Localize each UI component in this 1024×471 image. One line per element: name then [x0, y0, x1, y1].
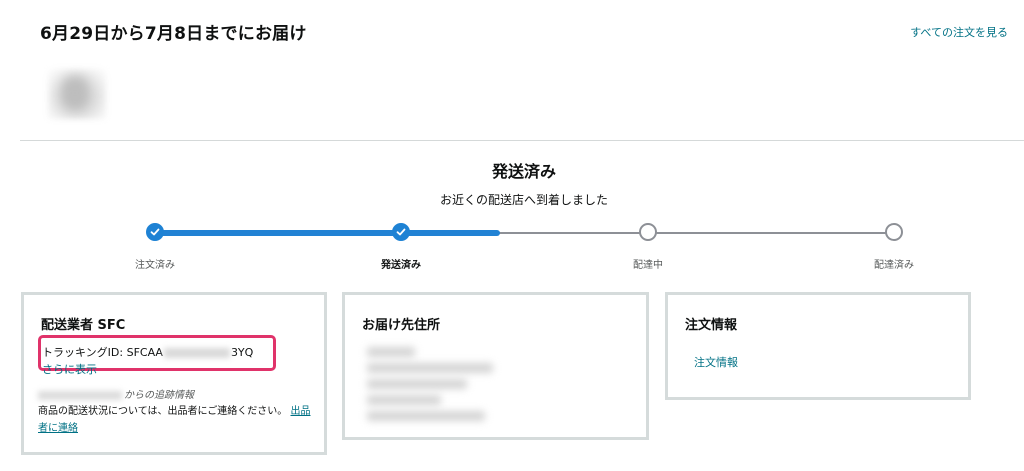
product-image-shape — [62, 77, 88, 109]
tracking-id-suffix: 3YQ — [230, 346, 254, 359]
order-info-title: 注文情報 — [685, 318, 738, 333]
step-in-transit-label: 配達中 — [633, 260, 663, 271]
address-line-redacted — [367, 363, 493, 373]
all-orders-link[interactable]: すべての注文を見る — [910, 24, 1008, 40]
delivery-title: 6月29日から7月8日までにお届け — [40, 24, 307, 44]
carrier-card: 配送業者 SFC トラッキングID: SFCAA 3YQ さらに表示 からの追跡情… — [21, 292, 327, 455]
address-line-redacted — [367, 411, 485, 421]
product-thumbnail[interactable] — [44, 55, 116, 129]
carrier-note: 商品の配送状況については、出品者にご連絡ください。 出品者に連絡 — [38, 403, 318, 437]
section-divider — [20, 140, 1024, 141]
order-info-card: 注文情報 注文情報 — [665, 292, 971, 400]
tracking-id-redacted — [163, 348, 230, 358]
step-shipped-dot — [392, 223, 410, 241]
status-subtext: お近くの配送店へ到着しました — [439, 193, 608, 207]
order-info-link[interactable]: 注文情報 — [694, 354, 738, 370]
check-icon — [150, 228, 160, 236]
step-ordered-dot — [146, 223, 164, 241]
tracking-info-label: からの追跡情報 — [124, 390, 194, 401]
carrier-title: 配送業者 SFC — [41, 318, 126, 333]
progress-fill — [154, 230, 500, 236]
shipment-progress: 注文済み 発送済み 配達中 配達済み — [0, 222, 1024, 272]
address-line-redacted — [367, 347, 415, 357]
status-heading: 発送済み — [491, 162, 556, 181]
address-line-redacted — [367, 395, 441, 405]
address-card: お届け先住所 — [342, 292, 649, 440]
step-shipped-label: 発送済み — [381, 260, 421, 271]
tracking-id: トラッキングID: SFCAA 3YQ — [42, 344, 253, 360]
address-line-redacted — [367, 379, 467, 389]
step-delivered-label: 配達済み — [874, 260, 914, 271]
step-in-transit-dot — [639, 223, 657, 241]
carrier-name-redacted — [38, 390, 122, 400]
tracking-info-source: からの追跡情報 — [38, 386, 194, 401]
check-icon — [396, 228, 406, 236]
address-title: お届け先住所 — [362, 318, 441, 333]
step-delivered-dot — [885, 223, 903, 241]
carrier-note-text: 商品の配送状況については、出品者にご連絡ください。 — [38, 406, 288, 417]
tracking-id-prefix: トラッキングID: SFCAA — [42, 346, 163, 359]
step-ordered-label: 注文済み — [135, 260, 175, 271]
show-more-link[interactable]: さらに表示 — [42, 361, 97, 377]
